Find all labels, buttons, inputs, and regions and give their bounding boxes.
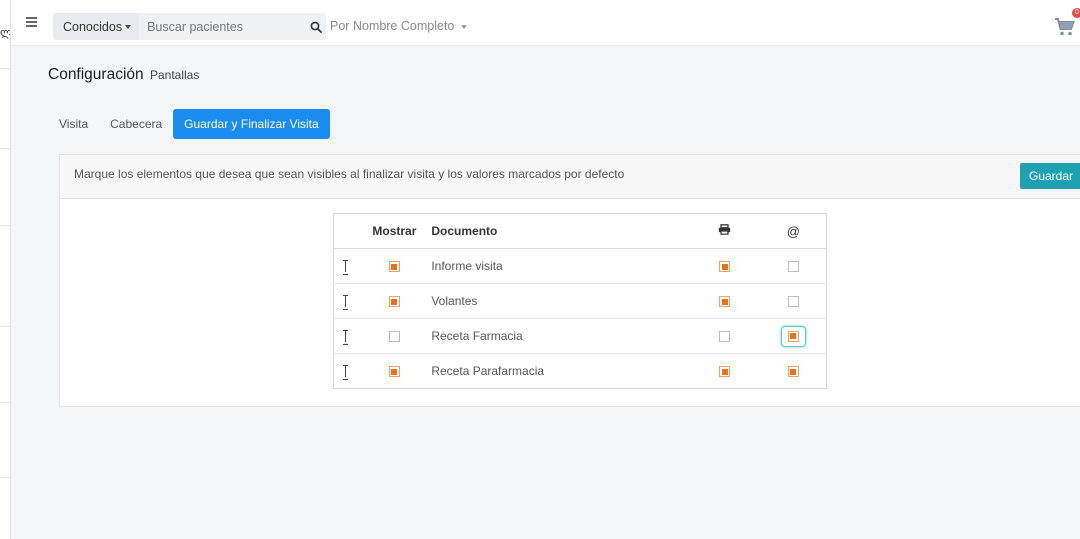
at-sign-icon: @ bbox=[786, 223, 800, 239]
drag-handle-icon[interactable] bbox=[343, 365, 349, 381]
cart-badge: 0 bbox=[1072, 8, 1080, 18]
document-name: Receta Farmacia bbox=[431, 318, 689, 354]
search-icon[interactable] bbox=[306, 13, 326, 40]
drag-handle-icon[interactable] bbox=[343, 295, 349, 311]
drag-handle-icon[interactable] bbox=[343, 260, 349, 276]
show-checkbox[interactable] bbox=[388, 366, 400, 378]
tab-bar: Visita Cabecera Guardar y Finalizar Visi… bbox=[48, 109, 330, 139]
email-checkbox[interactable] bbox=[787, 261, 799, 273]
menu-icon[interactable] bbox=[26, 17, 37, 27]
table-row: Receta Farmacia bbox=[333, 318, 827, 354]
search-input[interactable] bbox=[139, 13, 306, 40]
email-checkbox[interactable] bbox=[787, 366, 799, 378]
tab-visita[interactable]: Visita bbox=[48, 109, 99, 139]
search-mode-label: Conocidos bbox=[63, 19, 123, 34]
table-row: Informe visita bbox=[333, 248, 827, 284]
sidebar-divider bbox=[0, 68, 10, 69]
documents-table: Mostrar Documento @ Informe visita Volan… bbox=[333, 213, 827, 389]
tab-cabecera[interactable]: Cabecera bbox=[99, 109, 173, 139]
document-name: Volantes bbox=[431, 283, 689, 319]
search-mode-dropdown[interactable]: Conocidos bbox=[53, 13, 140, 40]
email-checkbox[interactable] bbox=[787, 296, 799, 308]
sidebar-divider bbox=[0, 225, 10, 226]
sidebar-divider bbox=[0, 402, 10, 403]
print-checkbox[interactable] bbox=[719, 296, 731, 308]
print-column-header bbox=[688, 213, 761, 249]
print-checkbox[interactable] bbox=[719, 261, 731, 273]
panel-header: Marque los elementos que desea que sean … bbox=[60, 155, 1080, 199]
show-checkbox[interactable] bbox=[388, 261, 400, 273]
search-filter-label: Por Nombre Completo bbox=[330, 19, 455, 33]
top-bar: Conocidos Por Nombre Completo 0 bbox=[11, 0, 1080, 46]
sidebar-divider bbox=[0, 477, 10, 478]
sidebar: ლ bbox=[0, 0, 11, 539]
sidebar-logo-fragment: ლ bbox=[0, 27, 11, 39]
sidebar-divider bbox=[0, 148, 10, 149]
printer-icon bbox=[718, 224, 731, 238]
save-button[interactable]: Guardar bbox=[1020, 163, 1080, 189]
page-title: Configuración Pantallas bbox=[48, 66, 199, 84]
show-checkbox[interactable] bbox=[388, 331, 400, 343]
document-column-header: Documento bbox=[431, 213, 689, 249]
page-subtitle: Pantallas bbox=[149, 68, 200, 82]
email-column-header: @ bbox=[760, 213, 827, 249]
show-column-header: Mostrar bbox=[357, 213, 432, 249]
tab-guardar-finalizar-visita[interactable]: Guardar y Finalizar Visita bbox=[173, 109, 330, 139]
show-checkbox[interactable] bbox=[388, 296, 400, 308]
sidebar-divider bbox=[0, 326, 10, 327]
document-name: Informe visita bbox=[431, 248, 689, 284]
print-checkbox[interactable] bbox=[719, 331, 731, 343]
table-row: Receta Parafarmacia bbox=[333, 353, 827, 389]
email-checkbox-focus-ring bbox=[780, 325, 806, 347]
page-title-text: Configuración bbox=[48, 66, 144, 83]
patient-search: Conocidos bbox=[53, 13, 326, 40]
caret-down-icon bbox=[125, 24, 132, 29]
document-name: Receta Parafarmacia bbox=[431, 353, 689, 389]
instructions-text: Marque los elementos que desea que sean … bbox=[74, 167, 625, 181]
settings-panel: Marque los elementos que desea que sean … bbox=[59, 154, 1080, 407]
drag-handle-icon[interactable] bbox=[343, 330, 349, 346]
cart-icon[interactable] bbox=[1054, 17, 1076, 37]
drag-column-header bbox=[333, 213, 358, 249]
table-header-row: Mostrar Documento @ bbox=[333, 213, 827, 249]
caret-down-icon bbox=[460, 24, 467, 29]
print-checkbox[interactable] bbox=[719, 366, 731, 378]
table-row: Volantes bbox=[333, 283, 827, 319]
email-checkbox[interactable] bbox=[787, 330, 799, 342]
search-filter-dropdown[interactable]: Por Nombre Completo bbox=[330, 19, 467, 33]
